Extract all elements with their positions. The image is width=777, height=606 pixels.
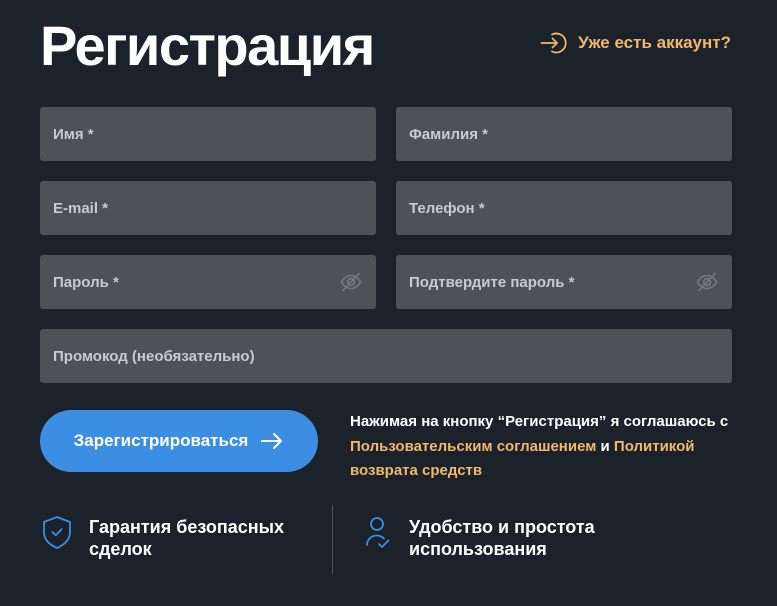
password-field-wrap — [40, 255, 376, 309]
password-confirm-field-wrap — [396, 255, 732, 309]
feature-line: сделок — [89, 538, 152, 559]
agreement-prefix: Нажимая на кнопку “Регистрация” я соглаш… — [350, 413, 729, 430]
eye-off-icon[interactable] — [696, 271, 718, 293]
agreement-text: Нажимая на кнопку “Регистрация” я соглаш… — [350, 410, 730, 484]
first-name-field-wrap — [40, 107, 376, 161]
register-button[interactable]: Зарегистрироваться — [40, 410, 318, 472]
email-field[interactable] — [40, 181, 376, 235]
feature-ease-of-use-text: Удобство и простота использования — [409, 517, 595, 560]
register-button-label: Зарегистрироваться — [73, 431, 249, 450]
login-link[interactable]: Уже есть аккаунт? — [540, 30, 731, 56]
password-field[interactable] — [40, 255, 376, 309]
agreement-conjunction: и — [600, 437, 610, 455]
phone-field[interactable] — [396, 181, 732, 235]
feature-safe-deals-text: Гарантия безопасных сделок — [89, 517, 284, 560]
feature-line: Гарантия безопасных — [89, 517, 285, 537]
feature-ease-of-use: Удобство и простота использования — [362, 513, 595, 560]
feature-line: использования — [409, 538, 547, 559]
features-divider — [332, 505, 333, 574]
email-field-wrap — [40, 181, 376, 235]
page-title: Регистрация — [40, 14, 375, 77]
promo-field-wrap — [40, 329, 732, 383]
user-agreement-link[interactable]: Пользовательским соглашением — [350, 438, 596, 455]
promo-code-field[interactable] — [40, 329, 732, 383]
first-name-field[interactable] — [40, 107, 376, 161]
login-link-label: Уже есть аккаунт? — [578, 33, 731, 52]
feature-line: Удобство и простота — [409, 517, 595, 537]
user-check-icon — [362, 513, 396, 551]
phone-field-wrap — [396, 181, 732, 235]
password-confirm-field[interactable] — [396, 255, 732, 309]
shield-check-icon — [40, 513, 74, 551]
feature-safe-deals: Гарантия безопасных сделок — [40, 513, 284, 560]
arrow-right-icon — [260, 432, 284, 450]
last-name-field[interactable] — [396, 107, 732, 161]
sign-in-icon — [540, 30, 568, 56]
last-name-field-wrap — [396, 107, 732, 161]
eye-off-icon[interactable] — [340, 271, 362, 293]
